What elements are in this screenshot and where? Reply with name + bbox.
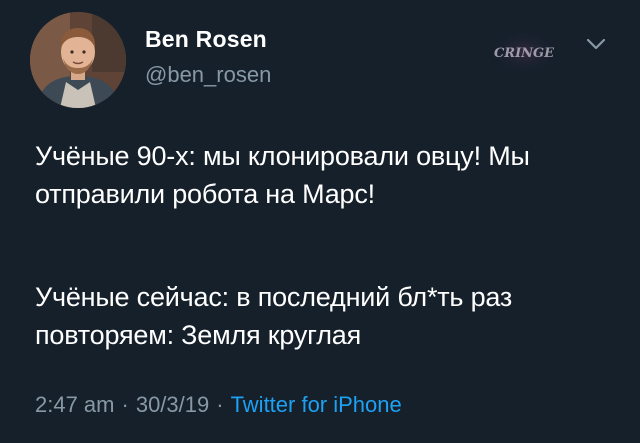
- meta-separator: ·: [121, 392, 129, 417]
- tweet-text-paragraph-1: Учёные 90-х: мы клонировали овцу! Мы отп…: [35, 141, 530, 209]
- avatar[interactable]: [30, 12, 126, 108]
- tweet-time[interactable]: 2:47 am: [35, 392, 115, 417]
- tweet-source-link[interactable]: Twitter for iPhone: [231, 392, 402, 417]
- author-handle[interactable]: @ben_rosen: [145, 62, 271, 88]
- chevron-down-icon[interactable]: [584, 34, 608, 54]
- meta-separator: ·: [216, 392, 224, 417]
- cringe-watermark-icon: CRINGE: [489, 29, 559, 75]
- watermark-text: CRINGE: [494, 46, 555, 61]
- author-name[interactable]: Ben Rosen: [145, 26, 267, 53]
- tweet-date[interactable]: 30/3/19: [136, 392, 209, 417]
- tweet-meta: 2:47 am · 30/3/19 · Twitter for iPhone: [35, 392, 402, 418]
- tweet-card: Ben Rosen @ben_rosen CRINGE Учёные 90-х:…: [0, 0, 640, 443]
- tweet-text-paragraph-2: Учёные сейчас: в последний бл*ть раз пов…: [35, 282, 513, 350]
- profile-photo-icon: [30, 12, 126, 108]
